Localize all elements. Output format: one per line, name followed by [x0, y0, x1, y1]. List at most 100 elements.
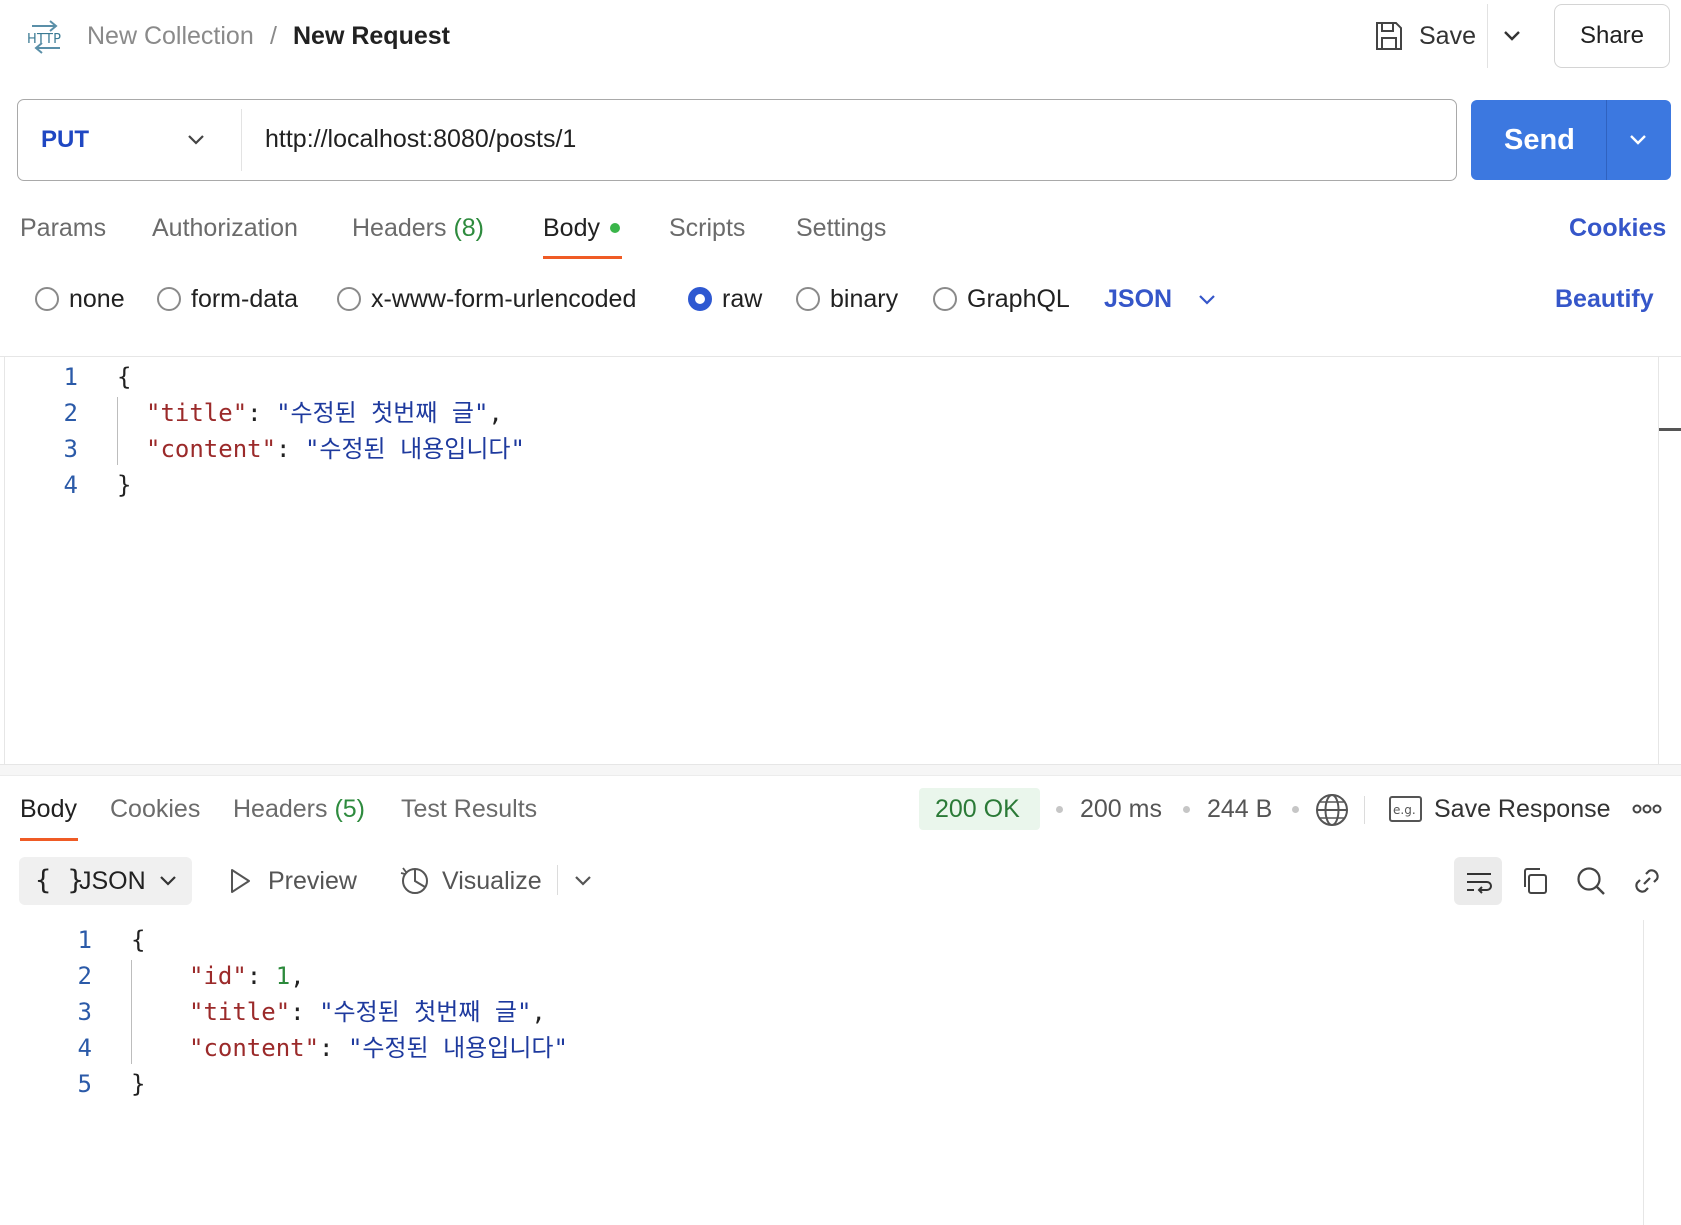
code-line[interactable]: "content": "수정된 내용입니다"	[189, 1030, 568, 1066]
json-colon: :	[276, 435, 305, 463]
separator-dot	[1183, 806, 1190, 813]
json-colon: :	[319, 1034, 348, 1062]
response-tab-test-results[interactable]: Test Results	[401, 792, 537, 826]
radio-binary-label[interactable]: binary	[830, 282, 898, 316]
divider	[557, 865, 558, 895]
json-key: "id"	[189, 962, 247, 990]
save-button[interactable]: Save	[1419, 20, 1476, 52]
json-comma: ,	[531, 998, 546, 1026]
response-tab-body[interactable]: Body	[20, 792, 77, 826]
braces-icon: { }	[35, 865, 84, 896]
editor-scrollbar[interactable]	[1658, 356, 1659, 764]
code-line[interactable]: "title": "수정된 첫번째 글",	[189, 994, 546, 1030]
json-key: "title"	[189, 998, 291, 1026]
tab-headers-label: Headers	[352, 214, 447, 242]
active-tab-indicator	[20, 838, 78, 841]
line-number: 2	[63, 399, 78, 427]
url-input[interactable]: http://localhost:8080/posts/1	[265, 122, 576, 156]
response-time[interactable]: 200 ms	[1080, 792, 1162, 826]
request-title[interactable]: New Request	[293, 20, 450, 52]
tab-authorization[interactable]: Authorization	[152, 211, 298, 245]
response-format-label[interactable]: JSON	[79, 864, 146, 898]
tab-params[interactable]: Params	[20, 211, 106, 245]
tab-body[interactable]: Body	[543, 211, 600, 245]
status-text[interactable]: 200 OK	[935, 792, 1020, 826]
code-line[interactable]: "title": "수정된 첫번째 글",	[146, 395, 503, 431]
radio-none[interactable]	[35, 287, 59, 311]
play-icon[interactable]	[228, 867, 252, 895]
radio-form-data-label[interactable]: form-data	[191, 282, 298, 316]
divider	[1364, 796, 1365, 824]
radio-urlencoded-label[interactable]: x-www-form-urlencoded	[371, 282, 636, 316]
search-icon[interactable]	[1575, 865, 1607, 897]
http-icon: HTTP	[27, 20, 61, 54]
scrollbar-marker	[1659, 428, 1681, 431]
radio-binary[interactable]	[796, 287, 820, 311]
code-close-brace[interactable]: }	[117, 467, 131, 503]
indent-guide	[131, 960, 132, 1064]
method-select[interactable]: PUT	[41, 124, 89, 156]
save-icon[interactable]	[1374, 20, 1404, 52]
code-line[interactable]: "id": 1,	[189, 958, 305, 994]
wrap-lines-icon[interactable]	[1464, 867, 1494, 897]
json-colon: :	[290, 998, 320, 1026]
code-line[interactable]: "content": "수정된 내용입니다"	[146, 431, 525, 467]
chevron-down-icon[interactable]	[1195, 288, 1219, 312]
chevron-down-icon[interactable]	[1500, 20, 1524, 52]
json-colon: :	[247, 399, 277, 427]
line-number: 3	[77, 998, 92, 1026]
response-headers-count: (5)	[334, 795, 366, 823]
json-value: "수정된 첫번째 글"	[319, 998, 532, 1026]
raw-format-select[interactable]: JSON	[1104, 282, 1172, 316]
more-options-icon[interactable]	[1632, 800, 1662, 818]
response-scrollbar[interactable]	[1643, 920, 1644, 1225]
chevron-down-icon[interactable]	[1626, 128, 1650, 152]
separator-dot	[1056, 806, 1063, 813]
radio-raw[interactable]	[688, 287, 712, 311]
share-button[interactable]: Share	[1554, 4, 1670, 68]
cookies-link[interactable]: Cookies	[1569, 211, 1666, 245]
globe-icon[interactable]	[1314, 792, 1350, 828]
breadcrumb-separator: /	[270, 22, 277, 50]
radio-graphql[interactable]	[933, 287, 957, 311]
code-open-brace[interactable]: {	[117, 359, 131, 395]
link-icon[interactable]	[1631, 865, 1663, 897]
visualize-icon[interactable]	[398, 863, 432, 897]
send-button-label[interactable]: Send	[1504, 121, 1575, 159]
response-size[interactable]: 244 B	[1207, 792, 1272, 826]
indent-guide	[117, 397, 118, 465]
radio-urlencoded[interactable]	[337, 287, 361, 311]
tab-settings[interactable]: Settings	[796, 211, 886, 245]
chevron-down-icon[interactable]	[571, 869, 595, 893]
chevron-down-icon[interactable]	[156, 869, 180, 893]
json-key: "content"	[189, 1034, 320, 1062]
chevron-down-icon[interactable]	[184, 128, 208, 152]
tab-scripts[interactable]: Scripts	[669, 211, 745, 245]
response-tab-headers[interactable]: Headers (5)	[233, 792, 365, 826]
svg-text:HTTP: HTTP	[27, 32, 61, 47]
beautify-link[interactable]: Beautify	[1555, 282, 1654, 316]
code-open-brace[interactable]: {	[131, 922, 145, 958]
example-icon[interactable]: e.g.	[1389, 796, 1422, 822]
copy-icon[interactable]	[1520, 866, 1550, 896]
json-comma: ,	[488, 399, 503, 427]
pane-resize-handle[interactable]	[0, 764, 1681, 776]
code-close-brace[interactable]: }	[131, 1066, 145, 1102]
response-tab-cookies[interactable]: Cookies	[110, 792, 200, 826]
headers-count: (8)	[453, 214, 485, 242]
json-value: "수정된 내용입니다"	[304, 435, 525, 463]
radio-none-label[interactable]: none	[69, 282, 125, 316]
visualize-button[interactable]: Visualize	[442, 864, 542, 898]
preview-button[interactable]: Preview	[268, 864, 357, 898]
divider	[0, 356, 1681, 357]
separator-dot	[1292, 806, 1299, 813]
save-response-button[interactable]: Save Response	[1434, 792, 1611, 826]
json-number: 1	[275, 962, 291, 990]
json-comma: ,	[290, 962, 305, 990]
line-number: 4	[63, 471, 78, 499]
radio-raw-label[interactable]: raw	[722, 282, 762, 316]
breadcrumb-collection[interactable]: New Collection	[87, 20, 254, 52]
radio-graphql-label[interactable]: GraphQL	[967, 282, 1070, 316]
tab-headers[interactable]: Headers (8)	[352, 211, 484, 245]
radio-form-data[interactable]	[157, 287, 181, 311]
